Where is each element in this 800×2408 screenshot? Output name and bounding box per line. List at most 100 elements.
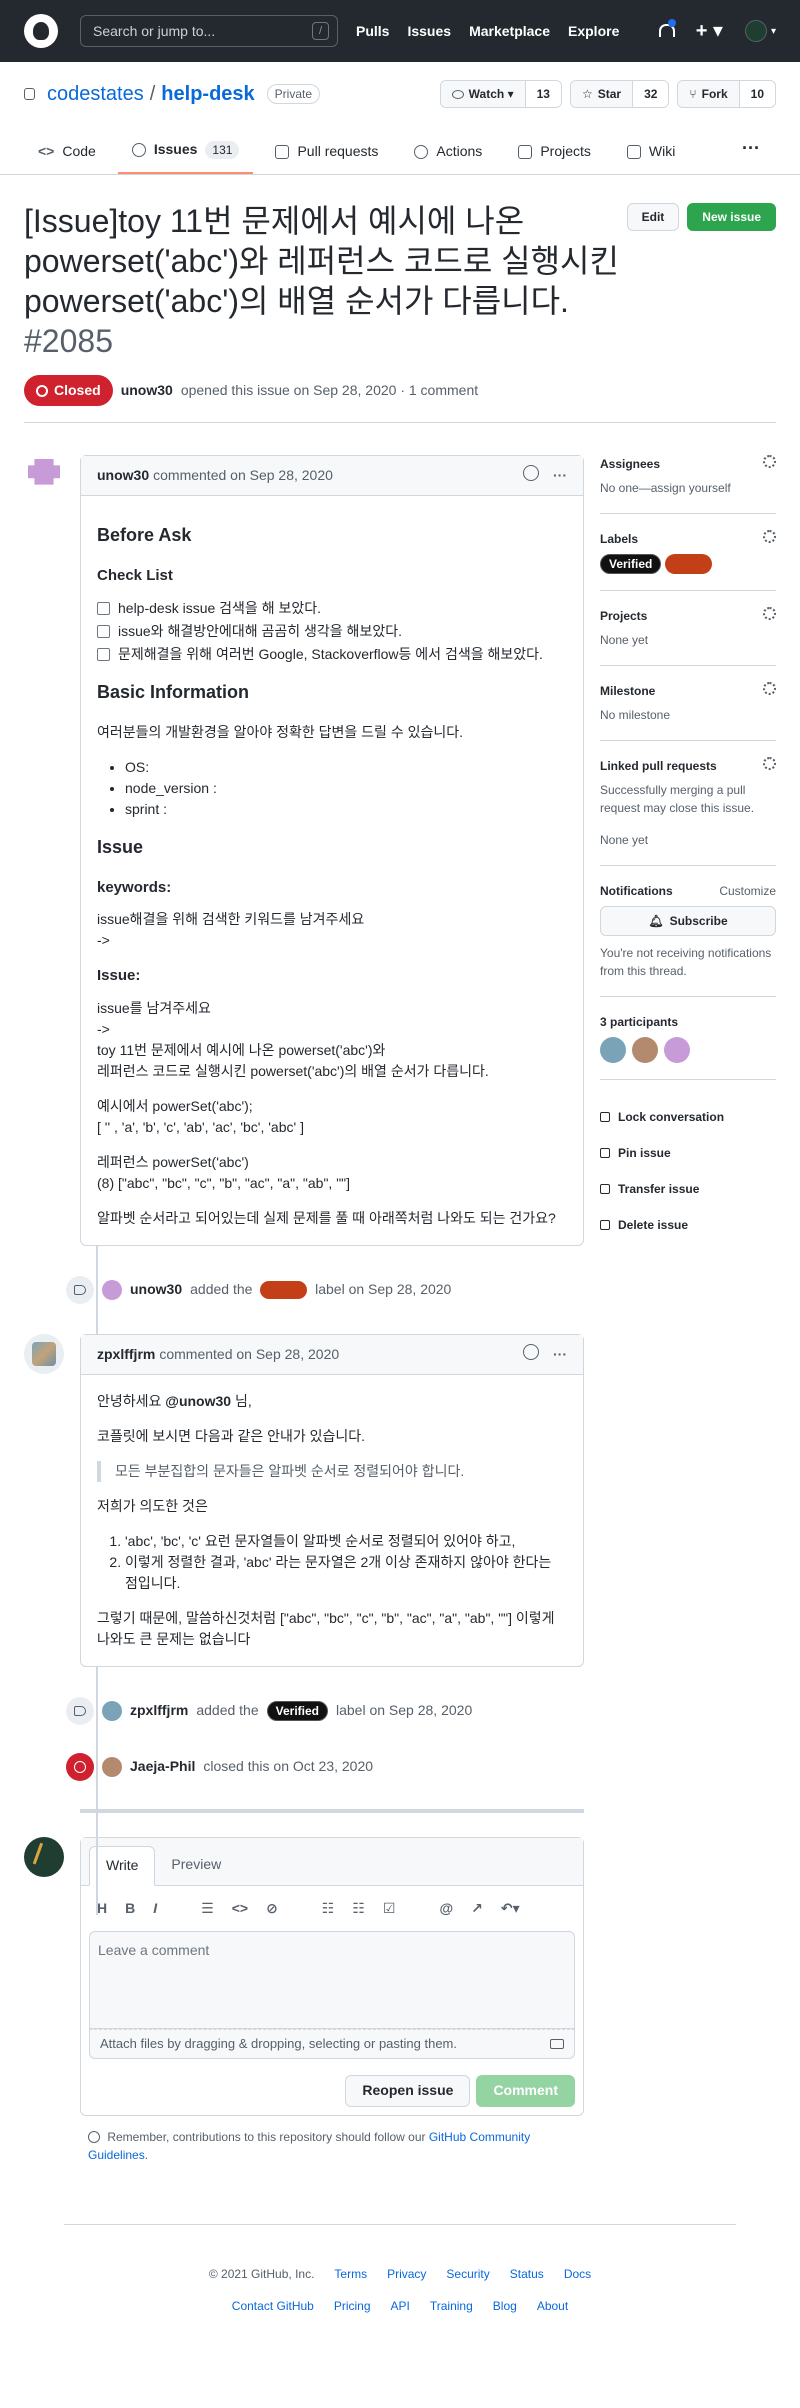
- fork-button[interactable]: ⑂ Fork 10: [677, 80, 776, 108]
- footer-link[interactable]: Security: [446, 2265, 489, 2283]
- repo-owner-link[interactable]: codestates: [47, 79, 144, 109]
- comment-author[interactable]: unow30: [97, 467, 149, 483]
- tab-actions[interactable]: Actions: [400, 141, 496, 174]
- sidebar-heading[interactable]: Linked pull requests: [600, 757, 717, 775]
- sidebar-heading[interactable]: Assignees: [600, 455, 660, 473]
- transfer-issue[interactable]: Transfer issue: [600, 1180, 776, 1198]
- new-issue-button[interactable]: New issue: [687, 203, 776, 231]
- quote-icon[interactable]: ☰: [201, 1898, 214, 1919]
- nav-explore[interactable]: Explore: [568, 21, 619, 42]
- more-tabs-icon[interactable]: ···: [726, 135, 776, 174]
- reply-icon[interactable]: ↶▾: [501, 1898, 520, 1919]
- edit-button[interactable]: Edit: [626, 203, 680, 231]
- smiley-icon[interactable]: [523, 1343, 539, 1360]
- star-button[interactable]: ☆ Star 32: [569, 80, 670, 108]
- label-chip-verified[interactable]: Verified: [600, 554, 662, 574]
- sidebar-heading[interactable]: Labels: [600, 530, 638, 548]
- task-list-icon[interactable]: ☑: [383, 1898, 396, 1919]
- participant-avatar[interactable]: [600, 1037, 626, 1063]
- assignees-value[interactable]: No one—assign yourself: [600, 479, 776, 497]
- bold-icon[interactable]: B: [125, 1898, 135, 1919]
- code-icon[interactable]: <>: [232, 1898, 248, 1919]
- pin-issue[interactable]: Pin issue: [600, 1144, 776, 1162]
- nav-issues[interactable]: Issues: [407, 21, 451, 42]
- tab-issues[interactable]: Issues 131: [117, 139, 254, 174]
- kebab-menu-icon[interactable]: ···: [553, 1344, 567, 1365]
- footer-link[interactable]: Privacy: [387, 2265, 426, 2283]
- checkbox[interactable]: [97, 647, 110, 661]
- reference-icon[interactable]: ↗: [471, 1898, 483, 1919]
- link-icon[interactable]: ⊘: [266, 1898, 278, 1919]
- checkbox[interactable]: [97, 601, 110, 615]
- heading-icon[interactable]: H: [97, 1898, 107, 1919]
- gear-icon[interactable]: [763, 607, 776, 620]
- footer-link[interactable]: Pricing: [334, 2297, 371, 2315]
- gear-icon[interactable]: [763, 682, 776, 695]
- footer-link[interactable]: Docs: [564, 2265, 591, 2283]
- kebab-menu-icon[interactable]: ···: [553, 465, 567, 486]
- participant-avatar[interactable]: [664, 1037, 690, 1063]
- subscribe-button[interactable]: 🔔︎ Subscribe: [600, 906, 776, 936]
- star-count[interactable]: 32: [632, 81, 669, 107]
- gear-icon[interactable]: [763, 757, 776, 770]
- comment-author[interactable]: zpxlffjrm: [97, 1346, 155, 1362]
- event-actor[interactable]: zpxlffjrm: [130, 1700, 188, 1721]
- checkbox[interactable]: [97, 624, 110, 638]
- avatar[interactable]: [102, 1279, 122, 1300]
- user-mention[interactable]: @unow30: [165, 1393, 231, 1409]
- markdown-icon[interactable]: [550, 2038, 564, 2049]
- footer-link[interactable]: Contact GitHub: [232, 2297, 314, 2315]
- github-logo-icon[interactable]: [24, 14, 58, 48]
- event-actor[interactable]: unow30: [130, 1279, 182, 1300]
- sidebar-heading[interactable]: Projects: [600, 607, 647, 625]
- label-chip-issue[interactable]: issue: [260, 1280, 308, 1299]
- footer-link[interactable]: Terms: [334, 2265, 367, 2283]
- tab-pull-requests[interactable]: Pull requests: [261, 141, 392, 174]
- watch-button[interactable]: Watch ▾ 13: [439, 80, 562, 108]
- tab-preview[interactable]: Preview: [155, 1845, 237, 1885]
- avatar[interactable]: [102, 1756, 122, 1777]
- label-chip-issue[interactable]: issue: [665, 554, 713, 574]
- numbered-list-icon[interactable]: ☷: [352, 1898, 365, 1919]
- reopen-issue-button[interactable]: Reopen issue: [345, 2074, 471, 2107]
- comment-textarea[interactable]: Leave a comment: [89, 1930, 575, 2029]
- create-new-icon[interactable]: + ▾: [696, 16, 723, 46]
- delete-issue[interactable]: Delete issue: [600, 1216, 776, 1234]
- tab-projects[interactable]: Projects: [504, 141, 605, 174]
- comment-button[interactable]: Comment: [476, 2074, 575, 2107]
- participant-avatar[interactable]: [632, 1037, 658, 1063]
- footer-link[interactable]: About: [537, 2297, 568, 2315]
- notification-bell-icon[interactable]: [656, 19, 676, 40]
- event-actor[interactable]: Jaeja-Phil: [130, 1756, 195, 1777]
- gear-icon[interactable]: [763, 455, 776, 468]
- footer-link[interactable]: Training: [430, 2297, 473, 2315]
- attach-files-area[interactable]: Attach files by dragging & dropping, sel…: [89, 2028, 575, 2059]
- lock-conversation[interactable]: Lock conversation: [600, 1108, 776, 1126]
- bulleted-list-icon[interactable]: ☷: [322, 1898, 335, 1919]
- tab-wiki[interactable]: Wiki: [613, 141, 689, 174]
- nav-marketplace[interactable]: Marketplace: [469, 21, 550, 42]
- sidebar-heading[interactable]: Milestone: [600, 682, 655, 700]
- avatar[interactable]: [24, 455, 64, 495]
- customize-link[interactable]: Customize: [719, 882, 776, 900]
- footer-link[interactable]: API: [391, 2297, 410, 2315]
- watch-count[interactable]: 13: [524, 81, 561, 107]
- smiley-icon[interactable]: [523, 465, 539, 481]
- mention-icon[interactable]: @: [439, 1898, 453, 1919]
- nav-pulls[interactable]: Pulls: [356, 21, 389, 42]
- repo-name-link[interactable]: help-desk: [161, 83, 254, 105]
- fork-count[interactable]: 10: [738, 81, 775, 107]
- issue-author-link[interactable]: unow30: [121, 382, 173, 398]
- user-menu[interactable]: ▾: [744, 20, 776, 42]
- avatar[interactable]: [102, 1700, 122, 1721]
- label-chip-verified[interactable]: Verified: [266, 1700, 328, 1721]
- italic-icon[interactable]: I: [153, 1898, 157, 1919]
- footer-link[interactable]: Blog: [493, 2297, 517, 2315]
- gear-icon[interactable]: [763, 530, 776, 543]
- tab-write[interactable]: Write: [89, 1845, 156, 1886]
- footer-link[interactable]: Status: [510, 2265, 544, 2283]
- tab-code[interactable]: <> Code: [24, 141, 110, 174]
- avatar[interactable]: [24, 1836, 64, 1877]
- avatar[interactable]: [24, 1333, 64, 1374]
- search-input[interactable]: Search or jump to... /: [80, 15, 338, 47]
